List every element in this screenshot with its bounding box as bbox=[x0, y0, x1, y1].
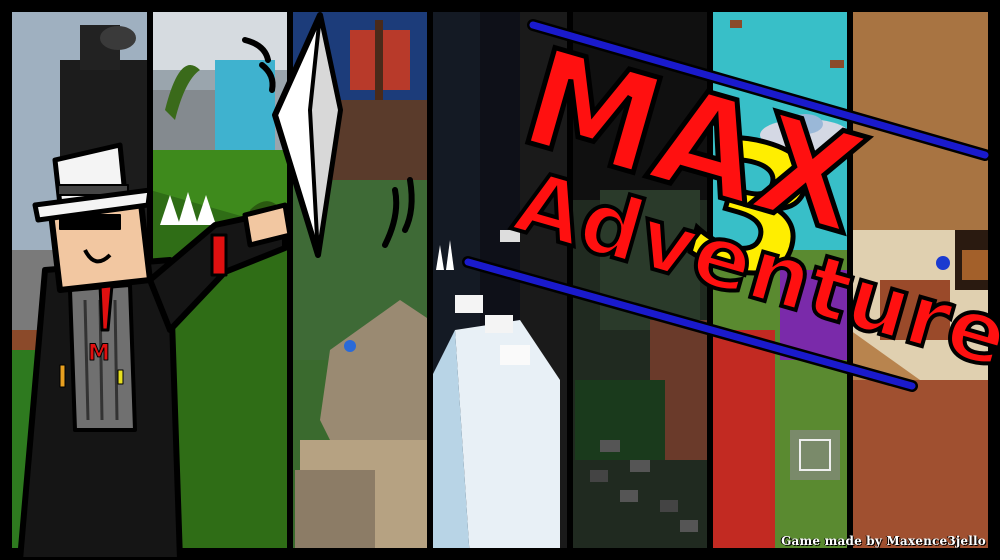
svg-text:M: M bbox=[88, 341, 110, 366]
game-thumbnail: M 3 MAX Adventure Game made by Maxence3j… bbox=[0, 0, 1000, 560]
credit-text: Game made by Maxence3jello bbox=[781, 534, 986, 548]
